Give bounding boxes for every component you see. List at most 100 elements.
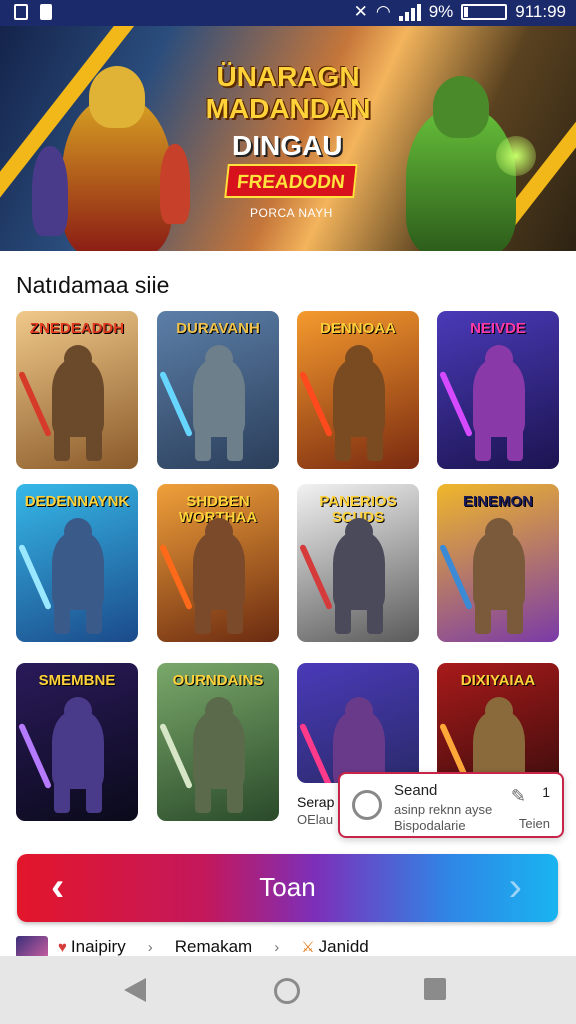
game-card[interactable]: DURAVANH [157,311,279,469]
warrior-head [485,697,513,725]
signal-icon [398,3,421,21]
game-title: DENNOAA [320,320,396,337]
mute-icon: ✕ [353,2,368,21]
section-title: Natıdamaa siie [16,272,170,298]
warrior-head [345,345,373,373]
warrior-head [205,345,233,373]
game-card[interactable]: SHDBEN WORTHAA [157,484,279,642]
warrior-leg [86,781,102,813]
hero-warrior-left [62,66,172,251]
popup-title: Seand [394,782,438,799]
warrior-head [345,518,373,546]
game-card[interactable]: DEDENNAYNK [16,484,138,642]
game-caption-sub: OElau [297,812,334,827]
chevron-right-icon: › [274,938,280,956]
game-title: OURNDAINS [172,672,264,689]
chevron-right-icon: › [147,938,153,956]
hero-cta-button[interactable]: FREADODN [224,164,358,198]
popup-line1: asinp reknn ayse [394,802,493,817]
battery-percent: 9% [428,2,454,21]
wifi-icon: ◠ [375,2,391,21]
battery-icon [461,4,508,20]
weapon-icon [439,543,473,611]
breadcrumb-item-2[interactable]: Remakam [175,937,252,957]
game-card[interactable]: DENNOAA [297,311,419,469]
weapon-icon [159,370,193,438]
recents-icon[interactable] [424,978,446,1000]
warrior-leg [227,781,243,813]
warrior-leg [195,429,211,461]
game-card[interactable]: ZNEDEADDH [16,311,138,469]
warrior-head [64,518,92,546]
game-caption: Serap [297,794,335,810]
breadcrumb-item-3[interactable]: Janidd [319,937,369,957]
warrior-leg [367,602,383,634]
weapon-icon [299,370,333,438]
game-card[interactable]: NEIVDE [437,311,559,469]
system-nav-bar [0,956,576,1024]
loading-circle-icon [352,790,382,820]
warrior-head [205,697,233,725]
status-bar: ✕ ◠ 9% 911:99 [0,0,576,26]
warrior-head [345,697,373,725]
warrior-leg [86,602,102,634]
warrior-leg [227,429,243,461]
game-title: EINEMON [462,493,533,510]
popup-count: 1 [542,784,550,800]
hero-title-line3: DINGAU [232,130,343,161]
next-button[interactable]: › [509,864,522,910]
warrior-leg [195,602,211,634]
warrior-leg [227,602,243,634]
popup-line2: Bispodalarie [394,818,466,833]
weapon-icon [299,543,333,611]
game-title: DURAVANH [176,320,260,337]
game-card[interactable]: PANERIOS SCUDS [297,484,419,642]
weapon-icon [439,370,473,438]
warrior-leg [367,429,383,461]
game-card[interactable]: OURNDAINS [157,663,279,821]
game-title: ZNEDEADDH [29,320,125,337]
warrior-head [64,697,92,725]
weapon-icon [159,722,193,790]
clock: 911:99 [515,2,566,21]
game-title: DIXIYAIAA [460,672,536,689]
popup-action-link[interactable]: Teien [519,816,550,831]
thumbnail-image[interactable] [16,936,48,958]
warrior-leg [507,429,523,461]
game-card[interactable] [297,663,419,783]
notification-popup[interactable]: Seand asinp reknn ayse Bispodalarie ✎ 1 … [338,772,564,838]
warrior-leg [54,781,70,813]
warrior-leg [86,429,102,461]
weapon-icon [18,370,52,438]
pager-bar: ‹ Toan › [17,854,558,922]
weapon-icon [18,722,52,790]
warrior-head [64,345,92,373]
sword-icon: ⚔ [301,939,315,956]
warrior-leg [335,429,351,461]
game-title: SMEMBNE [38,672,116,689]
hero-ally-mid [160,144,190,224]
game-card[interactable]: EINEMON [437,484,559,642]
back-icon[interactable] [124,978,146,1002]
hero-title-line1: ÜNARAGN [216,61,360,92]
popup-message: asinp reknn ayse Bispodalarie [394,802,492,834]
warrior-leg [54,602,70,634]
sim-notification-icon [40,4,52,20]
warrior-leg [475,429,491,461]
game-title: DEDENNAYNK [24,493,130,510]
warrior-leg [335,602,351,634]
energy-glow [496,136,536,176]
home-icon[interactable] [274,978,300,1004]
hero-banner[interactable]: ÜNARAGN MADANDAN DINGAU FREADODN PORCA N… [0,26,576,251]
gallery-notification-icon [14,4,28,20]
weapon-icon [18,543,52,611]
warrior-leg [507,602,523,634]
weapon-icon [299,722,333,783]
warrior-leg [195,781,211,813]
pen-icon[interactable]: ✎ [511,786,526,807]
game-card[interactable]: SMEMBNE [16,663,138,821]
breadcrumb-item-1[interactable]: Inaipiry [71,937,126,957]
warrior-leg [475,602,491,634]
pager-label[interactable]: Toan [17,872,558,903]
warrior-head [485,345,513,373]
